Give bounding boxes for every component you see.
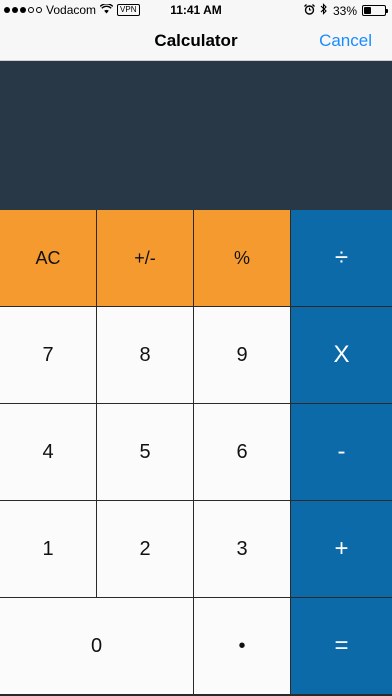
digit-5-button[interactable]: 5: [97, 404, 194, 501]
add-button[interactable]: +: [291, 501, 392, 598]
digit-3-button[interactable]: 3: [194, 501, 291, 598]
battery-icon: [362, 5, 388, 16]
digit-7-button[interactable]: 7: [0, 307, 97, 404]
alarm-clock-icon: [304, 3, 315, 18]
calculator-display: [0, 61, 392, 210]
battery-percentage: 33%: [332, 3, 357, 18]
bluetooth-icon: [320, 3, 328, 18]
keypad: AC +/- % ÷ 7 8 9 X 4 5 6 - 1 2 3 + 0 • =: [0, 210, 392, 696]
toggle-sign-button[interactable]: +/-: [97, 210, 194, 307]
divide-button[interactable]: ÷: [291, 210, 392, 307]
subtract-button[interactable]: -: [291, 404, 392, 501]
digit-0-button[interactable]: 0: [0, 598, 194, 695]
digit-9-button[interactable]: 9: [194, 307, 291, 404]
percent-button[interactable]: %: [194, 210, 291, 307]
battery-level-fill: [364, 7, 371, 14]
status-bar: Vodacom VPN 11:41 AM 33%: [0, 0, 392, 20]
digit-6-button[interactable]: 6: [194, 404, 291, 501]
digit-8-button[interactable]: 8: [97, 307, 194, 404]
digit-2-button[interactable]: 2: [97, 501, 194, 598]
status-right: 33%: [304, 3, 388, 18]
multiply-button[interactable]: X: [291, 307, 392, 404]
all-clear-button[interactable]: AC: [0, 210, 97, 307]
cancel-button[interactable]: Cancel: [319, 31, 372, 51]
digit-4-button[interactable]: 4: [0, 404, 97, 501]
equals-button[interactable]: =: [291, 598, 392, 695]
digit-1-button[interactable]: 1: [0, 501, 97, 598]
navigation-bar: Calculator Cancel: [0, 20, 392, 61]
decimal-point-button[interactable]: •: [194, 598, 291, 695]
